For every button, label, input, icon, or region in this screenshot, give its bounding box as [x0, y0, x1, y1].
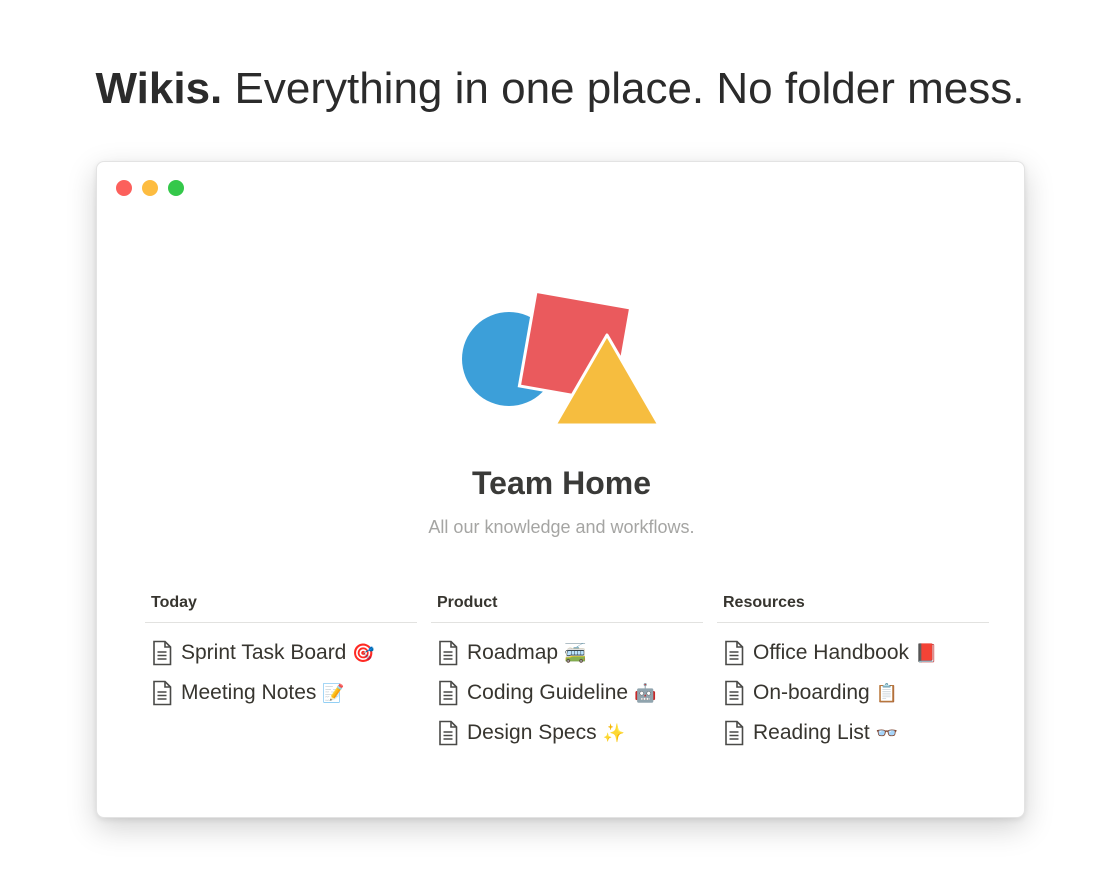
close-window-button[interactable] [116, 180, 132, 196]
book-emoji-icon: 📕 [915, 642, 938, 664]
page-link-label: Design Specs [467, 721, 597, 744]
page-icon [439, 640, 458, 666]
page-subtitle: All our knowledge and workflows. [428, 517, 695, 537]
page-link-sprint-task-board[interactable]: Sprint Task Board 🎯 [145, 633, 417, 673]
page-link-label: Sprint Task Board [181, 641, 347, 664]
column-header: Today [145, 594, 417, 623]
page-link-coding-guideline[interactable]: Coding Guideline 🤖 [431, 673, 703, 713]
page-link-label: Office Handbook [753, 641, 910, 664]
minimize-window-button[interactable] [142, 180, 158, 196]
column-today: Today Sprint Task Board 🎯 Meeting Notes … [145, 594, 417, 713]
trolleybus-emoji-icon: 🚎 [564, 642, 587, 664]
page-icon [439, 680, 458, 706]
page-link-meeting-notes[interactable]: Meeting Notes 📝 [145, 673, 417, 713]
page-icon [725, 720, 744, 746]
page-icon [153, 640, 172, 666]
glasses-emoji-icon: 👓 [875, 722, 899, 744]
headline-text: Everything in one place. No folder mess. [234, 64, 1025, 113]
memo-emoji-icon: 📝 [322, 682, 345, 704]
column-list: Sprint Task Board 🎯 Meeting Notes 📝 [145, 633, 417, 713]
page-link-reading-list[interactable]: Reading List 👓 [717, 713, 989, 753]
app-window: Team Home All our knowledge and workflow… [96, 161, 1025, 818]
column-list: Roadmap 🚎 Coding Guideline 🤖 Design Spec… [431, 633, 703, 753]
page-title: Team Home [471, 465, 651, 501]
page-link-label: Meeting Notes [181, 681, 317, 704]
clipboard-emoji-icon: 📋 [875, 682, 899, 704]
page-link-on-boarding[interactable]: On-boarding 📋 [717, 673, 989, 713]
page-icon [725, 640, 744, 666]
column-list: Office Handbook 📕 On-boarding 📋 Reading … [717, 633, 989, 753]
page-link-label: Reading List [753, 721, 870, 744]
team-logo-icon [462, 289, 661, 427]
column-header: Product [431, 594, 703, 623]
column-header: Resources [717, 594, 989, 623]
headline-bold: Wikis. [95, 64, 223, 113]
page-link-roadmap[interactable]: Roadmap 🚎 [431, 633, 703, 673]
zoom-window-button[interactable] [168, 180, 184, 196]
page-link-label: Roadmap [467, 641, 559, 664]
robot-emoji-icon: 🤖 [634, 682, 657, 704]
page-link-label: Coding Guideline [467, 681, 629, 704]
target-emoji-icon: 🎯 [352, 642, 375, 664]
sparkles-emoji-icon: ✨ [602, 722, 625, 744]
page-link-office-handbook[interactable]: Office Handbook 📕 [717, 633, 989, 673]
page-icon [725, 680, 744, 706]
headline: Wikis. Everything in one place. No folde… [0, 64, 1120, 114]
column-resources: Resources Office Handbook 📕 On-boarding … [717, 594, 989, 753]
page-icon [439, 720, 458, 746]
page-link-label: On-boarding [753, 681, 870, 704]
page-icon [153, 680, 172, 706]
page-link-design-specs[interactable]: Design Specs ✨ [431, 713, 703, 753]
column-product: Product Roadmap 🚎 Coding Guideline 🤖 Des… [431, 594, 703, 753]
traffic-lights [116, 180, 184, 196]
